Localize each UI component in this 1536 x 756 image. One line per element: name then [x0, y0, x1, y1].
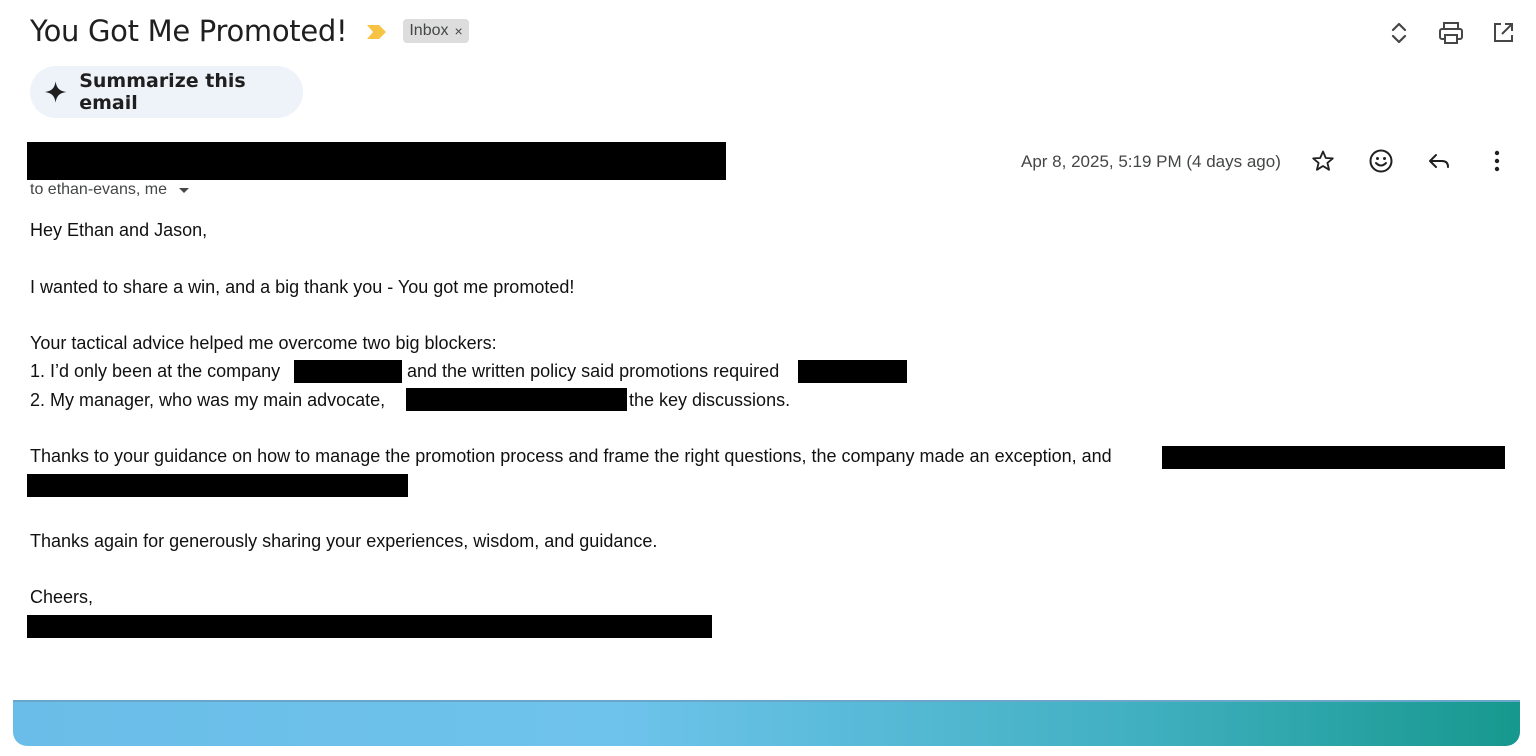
thread-actions: [1386, 20, 1516, 46]
recipients-text: to ethan-evans, me: [30, 181, 167, 198]
body-line-exception: Thanks to your guidance on how to manage…: [30, 446, 1112, 466]
redaction-item-1-policy: [798, 360, 907, 383]
message-actions: [1310, 148, 1510, 174]
inbox-label-text: Inbox: [409, 22, 449, 39]
reply-icon[interactable]: [1426, 148, 1452, 174]
more-vert-icon[interactable]: [1484, 148, 1510, 174]
summarize-label: Summarize this email: [79, 70, 246, 114]
body-item-2-start: 2. My manager, who was my main advocate,: [30, 390, 386, 410]
decorative-gradient-bar: [13, 700, 1520, 746]
redaction-exception-end: [1162, 446, 1505, 469]
inbox-label-chip: Inbox ×: [403, 19, 469, 43]
redaction-item-2: [406, 388, 627, 411]
body-line-blockers: Your tactical advice helped me overcome …: [30, 333, 497, 353]
expand-collapse-icon[interactable]: [1386, 20, 1412, 46]
email-subject: You Got Me Promoted!: [30, 14, 348, 48]
body-closing: Cheers,: [30, 587, 94, 607]
summarize-email-button[interactable]: Summarize this email: [30, 66, 303, 118]
message-date: Apr 8, 2025, 5:19 PM (4 days ago): [1021, 152, 1281, 171]
remove-label-button[interactable]: ×: [454, 23, 462, 39]
body-greeting: Hey Ethan and Jason,: [30, 220, 208, 240]
open-in-new-window-icon[interactable]: [1490, 20, 1516, 46]
star-icon[interactable]: [1310, 148, 1336, 174]
print-icon[interactable]: [1438, 20, 1464, 46]
body-item-1-start: 1. I’d only been at the company: [30, 361, 281, 381]
body-line-thanks: Thanks again for generously sharing your…: [30, 531, 658, 551]
body-item-2-end: the key discussions.: [629, 390, 791, 410]
recipients-line: to ethan-evans, me: [30, 181, 189, 199]
signature-redaction: [27, 615, 712, 638]
redaction-item-1-duration: [294, 360, 402, 383]
show-details-icon[interactable]: [178, 187, 189, 193]
importance-marker-icon[interactable]: [367, 25, 387, 39]
email-subject-row: You Got Me Promoted! Inbox ×: [30, 14, 469, 48]
body-item-1-middle: and the written policy said promotions r…: [407, 361, 780, 381]
emoji-icon[interactable]: [1368, 148, 1394, 174]
sparkle-icon: [44, 81, 67, 103]
redaction-exception-wrap: [27, 474, 408, 497]
body-line-win: I wanted to share a win, and a big thank…: [30, 277, 575, 297]
sender-redaction: [27, 142, 726, 180]
